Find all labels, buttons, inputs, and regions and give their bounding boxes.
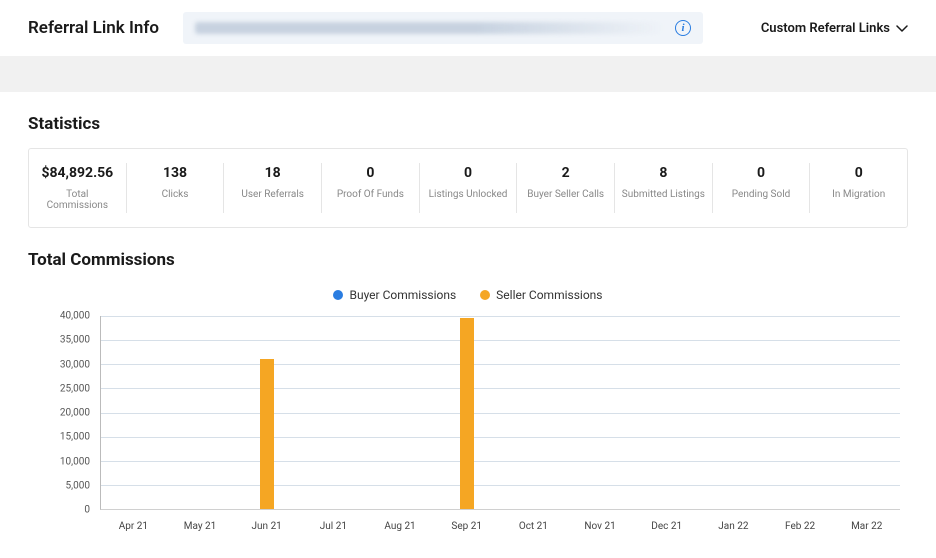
bar-seller	[460, 318, 474, 509]
bars-container	[101, 316, 900, 509]
bar-slot	[301, 316, 368, 509]
stat-value: 0	[328, 165, 413, 181]
x-tick-label: Dec 21	[633, 515, 700, 532]
stat-value: 0	[426, 165, 511, 181]
stat-label: Listings Unlocked	[426, 189, 511, 200]
stat-card: 18 User Referrals	[224, 163, 322, 213]
y-tick-label: 5,000	[66, 480, 90, 491]
chart-heading: Total Commissions	[28, 250, 908, 270]
legend-seller-label: Seller Commissions	[496, 288, 602, 302]
legend-dot-buyer	[333, 290, 343, 300]
stat-card: 0 Listings Unlocked	[420, 163, 518, 213]
x-tick-label: Sep 21	[433, 515, 500, 532]
y-tick-label: 35,000	[60, 335, 90, 346]
info-icon[interactable]: i	[675, 20, 691, 36]
stat-label: In Migration	[816, 189, 901, 200]
stat-label: User Referrals	[230, 189, 315, 200]
stat-value: 0	[816, 165, 901, 181]
x-tick-label: Jan 22	[700, 515, 767, 532]
y-tick-label: 30,000	[60, 359, 90, 370]
stat-card: 2 Buyer Seller Calls	[517, 163, 615, 213]
stat-card: 8 Submitted Listings	[615, 163, 713, 213]
divider-band	[0, 56, 936, 92]
page-title: Referral Link Info	[28, 18, 159, 38]
y-tick-label: 15,000	[60, 432, 90, 443]
legend-buyer-label: Buyer Commissions	[349, 288, 456, 302]
x-tick-label: Mar 22	[833, 515, 900, 532]
chevron-down-icon	[896, 25, 908, 32]
bar-slot	[700, 316, 767, 509]
stat-value: 8	[621, 165, 706, 181]
statistics-heading: Statistics	[28, 114, 908, 134]
stat-label: Clicks	[133, 189, 218, 200]
bar-slot	[234, 316, 301, 509]
referral-link-field[interactable]: i	[183, 12, 703, 44]
stat-card: 0 Pending Sold	[713, 163, 811, 213]
x-tick-label: Jul 21	[300, 515, 367, 532]
y-axis: 05,00010,00015,00020,00025,00030,00035,0…	[28, 316, 96, 510]
y-tick-label: 0	[84, 505, 90, 516]
stat-card: 138 Clicks	[127, 163, 225, 213]
stat-value: 0	[719, 165, 804, 181]
stat-label: Buyer Seller Calls	[523, 189, 608, 200]
chart: 0 5,000 10,000 15,000 20,000 25,000 30,000 35,0…	[28, 316, 908, 536]
referral-link-blurred	[195, 22, 665, 34]
stat-label: Pending Sold	[719, 189, 804, 200]
stat-value: $84,892.56	[35, 165, 120, 181]
stat-card: 0 In Migration	[810, 163, 907, 213]
stat-value: 138	[133, 165, 218, 181]
bar-slot	[367, 316, 434, 509]
x-tick-label: Apr 21	[100, 515, 167, 532]
legend-dot-seller	[480, 290, 490, 300]
bar-slot	[567, 316, 634, 509]
stat-value: 2	[523, 165, 608, 181]
bar-slot	[168, 316, 235, 509]
plot-area	[100, 316, 900, 510]
x-tick-label: Jun 21	[233, 515, 300, 532]
bar-slot	[101, 316, 168, 509]
x-tick-label: Oct 21	[500, 515, 567, 532]
y-tick-label: 20,000	[60, 408, 90, 419]
stats-row: $84,892.56 Total Commissions 138 Clicks 18 Us…	[28, 148, 908, 228]
stat-card: $84,892.56 Total Commissions	[29, 163, 127, 213]
stat-label: Total Commissions	[35, 189, 120, 211]
y-tick-label: 25,000	[60, 383, 90, 394]
bar-slot	[767, 316, 834, 509]
stat-label: Submitted Listings	[621, 189, 706, 200]
stat-label: Proof Of Funds	[328, 189, 413, 200]
x-tick-label: Nov 21	[567, 515, 634, 532]
bar-slot	[634, 316, 701, 509]
y-tick-label: 10,000	[60, 456, 90, 467]
custom-referral-links-dropdown[interactable]: Custom Referral Links	[761, 21, 908, 36]
x-tick-label: Aug 21	[367, 515, 434, 532]
stat-value: 18	[230, 165, 315, 181]
bar-slot	[500, 316, 567, 509]
custom-links-label: Custom Referral Links	[761, 21, 890, 36]
bar-slot	[833, 316, 900, 509]
y-tick-label: 40,000	[60, 311, 90, 322]
legend-buyer: Buyer Commissions	[333, 288, 456, 302]
legend-seller: Seller Commissions	[480, 288, 602, 302]
bar-slot	[434, 316, 501, 509]
x-tick-label: May 21	[167, 515, 234, 532]
x-axis: Apr 21May 21Jun 21Jul 21Aug 21Sep 21Oct …	[100, 510, 900, 536]
x-tick-label: Feb 22	[767, 515, 834, 532]
stat-card: 0 Proof Of Funds	[322, 163, 420, 213]
chart-legend: Buyer Commissions Seller Commissions	[28, 288, 908, 302]
bar-seller	[260, 359, 274, 509]
